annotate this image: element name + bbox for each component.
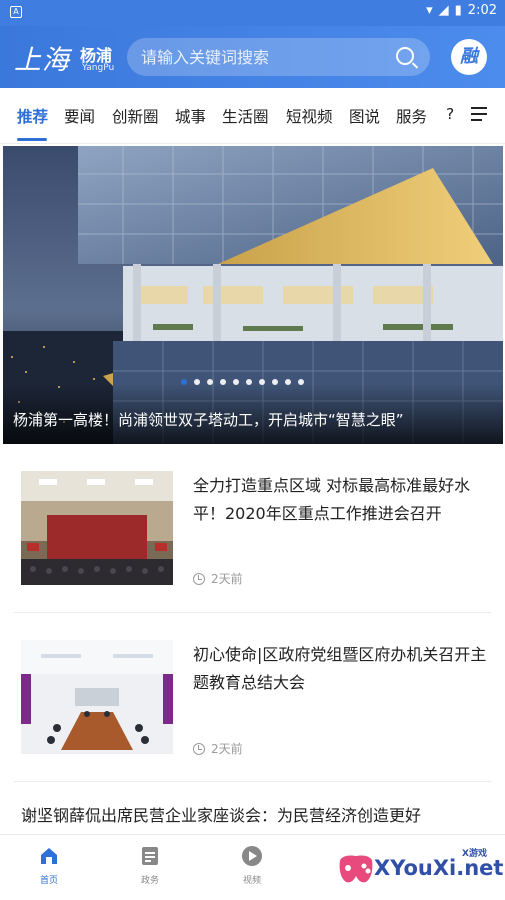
news-title[interactable]: 全力打造重点区域 对标最高标准最好水平！2020年区重点工作推进会召开 xyxy=(193,472,489,528)
logo-en: YangPu xyxy=(82,63,115,73)
search-input[interactable] xyxy=(141,38,381,76)
menu-icon[interactable] xyxy=(471,107,487,121)
tab-innovation[interactable]: 创新圈 xyxy=(112,105,159,127)
clock-icon xyxy=(193,742,205,755)
gamepad-icon xyxy=(339,855,373,883)
category-tabs: 推荐 要闻 创新圈 城事 生活圈 短视频 图说 服务 ? xyxy=(0,88,505,144)
nav-government-label: 政务 xyxy=(140,876,159,886)
news-thumbnail[interactable] xyxy=(21,471,173,585)
document-icon xyxy=(139,845,161,867)
tab-pictures[interactable]: 图说 xyxy=(349,105,380,127)
app-logo[interactable]: 上海 杨浦 YangPu xyxy=(10,36,118,76)
nav-video-label: 视频 xyxy=(242,876,261,886)
status-time: 2:02 xyxy=(467,3,497,18)
nav-home[interactable]: 首页 xyxy=(19,845,79,886)
news-thumbnail[interactable] xyxy=(21,640,173,754)
tab-recommend[interactable]: 推荐 xyxy=(17,105,48,127)
news-meta: 2天前 xyxy=(193,740,243,757)
signal-icon: ◢ xyxy=(438,3,449,18)
search-icon[interactable] xyxy=(396,47,414,65)
tab-city[interactable]: 城事 xyxy=(175,105,206,127)
nav-government[interactable]: 政务 xyxy=(120,845,180,886)
nav-home-label: 首页 xyxy=(39,876,58,886)
search-bar[interactable] xyxy=(127,38,430,76)
nav-video[interactable]: 视频 xyxy=(222,845,282,886)
active-tab-indicator xyxy=(17,138,47,141)
news-title[interactable]: 初心使命|区政府党组暨区府办机关召开主题教育总结大会 xyxy=(193,641,489,697)
banner-carousel[interactable]: 杨浦第一高楼！尚浦领世双子塔动工，开启城市“智慧之眼” xyxy=(3,146,503,444)
news-title[interactable]: 谢坚钢薛侃出席民营企业家座谈会：为民营经济创造更好 xyxy=(21,802,491,826)
tab-life[interactable]: 生活圈 xyxy=(222,105,269,127)
tab-service[interactable]: 服务 xyxy=(396,105,427,127)
banner-caption[interactable]: 杨浦第一高楼！尚浦领世双子塔动工，开启城市“智慧之眼” xyxy=(13,409,404,430)
app-header: 上海 杨浦 YangPu 融 xyxy=(0,26,505,88)
battery-icon: ▮ xyxy=(454,3,462,18)
tab-more-partial[interactable]: ? xyxy=(446,105,456,123)
clock-icon xyxy=(193,572,205,585)
status-bar: A ▾ ◢ ▮ 2:02 xyxy=(0,0,505,26)
notification-icon: A xyxy=(10,6,22,18)
wifi-icon: ▾ xyxy=(426,3,433,18)
play-icon xyxy=(241,845,263,867)
watermark: X游戏 XYouXi.net xyxy=(334,842,503,892)
news-meta: 2天前 xyxy=(193,570,243,587)
avatar[interactable]: 融 xyxy=(451,39,487,75)
news-item[interactable]: 全力打造重点区域 对标最高标准最好水平！2020年区重点工作推进会召开 2天前 xyxy=(0,470,505,590)
news-item[interactable]: 初心使命|区政府党组暨区府办机关召开主题教育总结大会 2天前 xyxy=(0,640,505,760)
logo-text: 上海 xyxy=(14,45,70,76)
watermark-text: XYouXi.net xyxy=(374,856,504,880)
status-right: ▾ ◢ ▮ 2:02 xyxy=(426,3,497,18)
divider xyxy=(14,781,491,782)
news-time: 2天前 xyxy=(211,742,243,756)
divider xyxy=(14,612,491,613)
home-icon xyxy=(38,845,60,867)
news-time: 2天前 xyxy=(211,572,243,586)
tab-short-video[interactable]: 短视频 xyxy=(286,105,333,127)
tab-news[interactable]: 要闻 xyxy=(64,105,95,127)
